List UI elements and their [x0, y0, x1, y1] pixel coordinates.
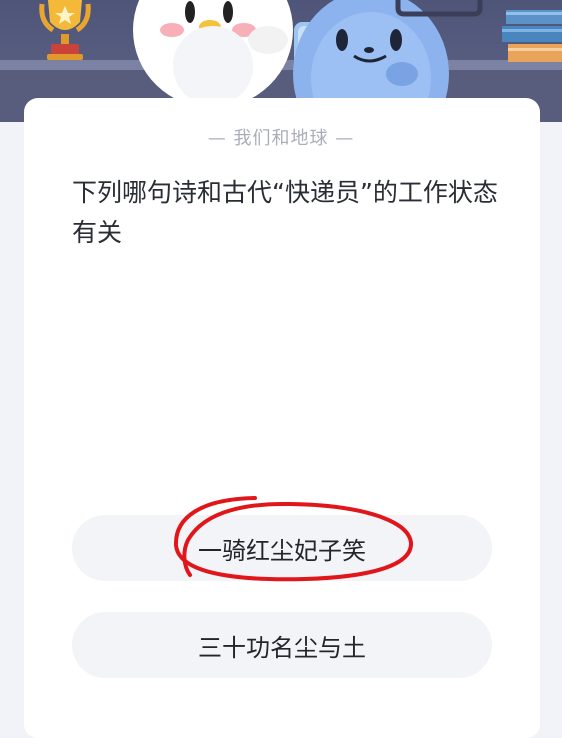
question-text: 下列哪句诗和古代“快递员”的工作状态有关 [72, 178, 498, 247]
option-label: 一骑红尘妃子笑 [198, 536, 366, 565]
frame-icon [395, 0, 483, 17]
option-button-1[interactable]: 一骑红尘妃子笑 [72, 515, 492, 581]
books-icon [502, 10, 562, 62]
option-label: 三十功名尘与土 [198, 633, 366, 662]
option-button-2[interactable]: 三十功名尘与土 [72, 612, 492, 678]
topic-label: — 我们和地球 — [207, 128, 355, 149]
trophy-icon [39, 0, 91, 60]
